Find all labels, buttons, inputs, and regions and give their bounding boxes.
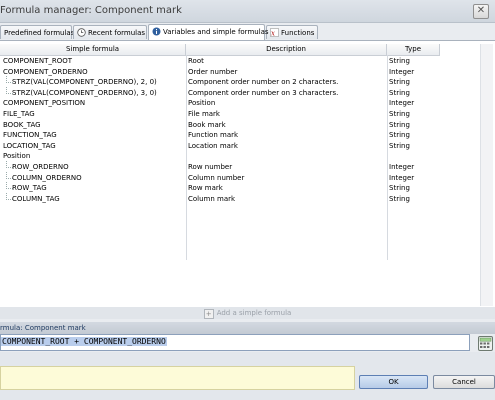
table-row[interactable]: FUNCTION_TAG Function mark String [0,130,440,141]
simple-formula-table: Simple formula Description Type COMPONEN… [0,44,495,309]
title-bar: Formula manager: Component mark ✕ [0,0,495,23]
table-row[interactable]: STRZ(VAL(COMPONENT_ORDERNO), 3, 0) Compon… [0,86,440,99]
cell-type: String [389,131,410,140]
cell-description: Location mark [188,141,238,150]
table-row[interactable]: BOOK_TAG Book mark String [0,120,440,131]
cell-description: Book mark [188,120,226,129]
cell-formula: STRZ(VAL(COMPONENT_ORDERNO), 3, 0) [12,88,157,97]
table-row[interactable]: FILE_TAG File mark String [0,109,440,120]
hint-area [0,366,355,390]
cell-description: Row number [188,163,233,171]
cell-formula: ROW_TAG [12,184,47,193]
column-header-description[interactable]: Description [186,44,387,55]
tab-recent-formulas[interactable]: Recent formulas [73,25,147,39]
svg-text:x: x [271,30,275,38]
cell-description: Function mark [188,131,239,140]
cell-type: String [389,184,410,193]
function-fx-icon: x [270,28,279,38]
cell-type: String [389,120,410,129]
tab-variables-simple-formulas[interactable]: Variables and simple formulas [148,24,269,40]
table-row[interactable]: STRZ(VAL(COMPONENT_ORDERNO), 2, 0) Compon… [0,76,440,88]
cell-formula: STRZ(VAL(COMPONENT_ORDERNO), 2, 0) [12,78,157,87]
table-row[interactable]: ROW_TAG Row mark String [0,182,440,194]
cell-description: Order number [188,67,238,76]
column-header-type[interactable]: Type [387,44,440,55]
clock-icon [77,28,86,37]
table-row[interactable]: Position [0,151,440,162]
plus-icon: + [203,309,214,319]
cell-formula: COMPONENT_ORDERNO [3,67,88,76]
add-simple-formula-label: Add a simple formula [216,309,292,317]
cell-type: String [389,110,410,118]
vertical-scrollbar[interactable] [480,44,493,306]
cell-formula: ROW_ORDERNO [12,163,69,171]
formula-text: COMPONENT_ROOT + COMPONENT_ORDERNO [1,337,167,346]
cell-type: String [389,141,410,150]
cell-formula: COMPONENT_POSITION [3,99,86,108]
cell-description: File mark [188,110,220,118]
cell-description: Position [188,99,216,108]
tab-label: Variables and simple formulas [163,28,269,36]
cell-description: Column mark [188,194,236,203]
table-row[interactable]: ROW_ORDERNO Row number Integer [0,161,440,173]
cell-type: String [389,194,410,203]
cell-formula: Position [3,152,31,161]
variables-panel: Simple formula Description Type COMPONEN… [0,40,495,310]
tab-label: Recent formulas [88,29,146,37]
cell-type: Integer [389,163,415,171]
formula-label: rmula: Component mark [0,322,495,334]
cell-formula: COMPONENT_ROOT [3,57,72,65]
cell-description: Component order number on 2 characters. [188,78,339,87]
cell-type: String [389,88,410,97]
cell-formula: FUNCTION_TAG [3,131,57,140]
close-button[interactable]: ✕ [473,4,489,19]
tab-functions[interactable]: x Functions [266,25,318,39]
tab-label: Functions [281,29,315,37]
cell-formula: FILE_TAG [3,110,35,118]
cell-type: Integer [389,67,415,76]
tab-strip: Predefined formulas Recent formulas Vari… [0,24,495,40]
add-simple-formula-button[interactable]: + Add a simple formula [0,307,495,319]
calculator-icon[interactable] [478,336,493,351]
column-header-simple-formula[interactable]: Simple formula [0,44,186,55]
cell-formula: BOOK_TAG [3,120,41,129]
cell-formula: COLUMN_TAG [12,194,60,203]
cell-description: Component order number on 3 characters. [188,88,339,97]
info-icon [152,27,161,36]
cell-type: Integer [389,99,415,108]
table-row[interactable]: LOCATION_TAG Location mark String [0,141,440,152]
table-row[interactable]: COMPONENT_POSITION Position Integer [0,98,440,109]
cell-description: Root [188,57,204,65]
window-title: Formula manager: Component mark [0,5,182,16]
ok-button[interactable]: OK [359,375,428,389]
cell-formula: COLUMN_ORDERNO [12,173,82,182]
cancel-button[interactable]: Cancel [433,375,495,389]
tab-predefined-formulas[interactable]: Predefined formulas [0,25,75,39]
formula-input[interactable]: COMPONENT_ROOT + COMPONENT_ORDERNO [0,334,470,351]
table-row[interactable]: COLUMN_ORDERNO Column number Integer [0,171,440,184]
table-row[interactable]: COMPONENT_ROOT Root String [0,56,440,67]
table-header: Simple formula Description Type [0,44,440,56]
cell-type: String [389,57,410,65]
cell-description: Row mark [188,184,223,193]
table-row[interactable]: COLUMN_TAG Column mark String [0,192,440,205]
cell-type: Integer [389,173,415,182]
cell-formula: LOCATION_TAG [3,141,56,150]
table-row[interactable]: COMPONENT_ORDERNO Order number Integer [0,67,440,78]
cell-type: String [389,78,410,87]
tab-label: Predefined formulas [4,29,75,37]
cell-description: Column number [188,173,245,182]
